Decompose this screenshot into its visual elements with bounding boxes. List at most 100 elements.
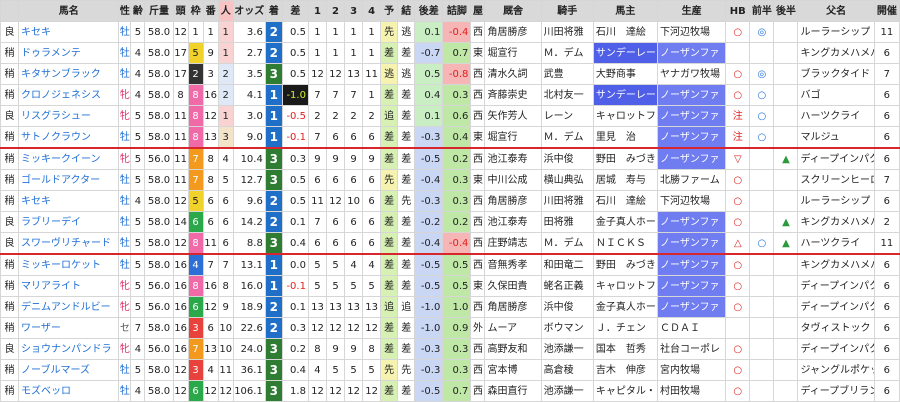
- closing-cell: 1.0: [442, 296, 472, 318]
- finish-cell: 2: [264, 42, 283, 64]
- horse-name-link[interactable]: ショウナンパンドラ: [18, 338, 120, 360]
- hb-cell: [725, 42, 751, 64]
- corner1-cell: 11: [307, 190, 328, 212]
- header-cell[interactable]: 父名: [797, 0, 875, 22]
- cond-cell: 良: [0, 338, 20, 360]
- age-cell: 5: [130, 296, 146, 318]
- corner3-cell: 5: [344, 275, 364, 297]
- header-cell[interactable]: 2: [325, 0, 346, 22]
- trainer-cell: 池江泰寿: [484, 211, 542, 233]
- horse-name-link[interactable]: ミッキーロケット: [18, 253, 120, 276]
- meeting-cell: 7: [873, 169, 900, 191]
- second-half-cell: [773, 63, 799, 85]
- header-cell[interactable]: 後差: [414, 0, 444, 22]
- weight-cell: 58.0: [144, 126, 174, 149]
- result-style-cell: 差: [397, 126, 416, 149]
- table-row: 稍ゴールドアクター牡 5 58.0 11 7 8 5 12.7 3 0.5 6 6 6 6 先差 -0.4 0.…: [0, 169, 900, 191]
- table-row: 稍キタサンブラック牡 4 58.0 17 2 3 2 3.5 3 0.5 12 12 13 11 逃逃 0.5…: [0, 63, 900, 85]
- horse-name-link[interactable]: キタサンブラック: [18, 63, 120, 85]
- header-cell[interactable]: 頭: [172, 0, 189, 22]
- header-cell[interactable]: HB: [725, 0, 751, 22]
- horse-name-link[interactable]: サトノクラウン: [18, 126, 120, 149]
- horse-name-link[interactable]: ミッキークイーン: [18, 147, 120, 170]
- second-half-cell: [773, 126, 799, 149]
- breeder-cell: ノーザンファ: [657, 126, 727, 149]
- horse-name-link[interactable]: キセキ: [18, 21, 120, 43]
- corner2-cell: 1: [325, 21, 346, 43]
- gate-cell: 6: [187, 211, 204, 233]
- horse-name-link[interactable]: リスグラシュー: [18, 105, 120, 127]
- horse-name-link[interactable]: ドゥラメンテ: [18, 42, 120, 64]
- field-size-cell: 11: [172, 105, 189, 127]
- header-cell[interactable]: 齢: [130, 0, 146, 22]
- finish-cell: 2: [264, 190, 283, 212]
- header-cell[interactable]: 屋: [470, 0, 486, 22]
- weight-cell: 56.0: [144, 338, 174, 360]
- header-cell[interactable]: 生産: [657, 0, 727, 22]
- horse-name-link[interactable]: キセキ: [18, 190, 120, 212]
- header-cell[interactable]: 厩舎: [484, 0, 542, 22]
- header-cell[interactable]: 着: [264, 0, 283, 22]
- weight-cell: 56.0: [144, 147, 174, 170]
- odds-cell: 3.0: [232, 105, 266, 127]
- cond-cell: 稍: [0, 169, 20, 191]
- header-cell[interactable]: 枠: [187, 0, 204, 22]
- result-style-cell: 逃: [397, 63, 416, 85]
- corner1-cell: 1: [307, 42, 328, 64]
- meeting-cell: 6: [873, 380, 900, 402]
- header-cell[interactable]: 前半: [749, 0, 775, 22]
- header-cell[interactable]: 1: [307, 0, 328, 22]
- header-cell[interactable]: 4: [362, 0, 382, 22]
- meeting-cell: 6: [873, 42, 900, 64]
- second-half-cell: [773, 42, 799, 64]
- gate-cell: 8: [187, 105, 204, 127]
- corner1-cell: 12: [307, 380, 328, 402]
- horse-name-link[interactable]: ゴールドアクター: [18, 169, 120, 191]
- hb-cell: 注: [725, 126, 751, 149]
- table-row: 稍ミッキークイーン牝 5 56.0 11 7 8 4 10.4 3 0.3 9 9 9 9 差差 -0.5 0.…: [0, 147, 900, 170]
- odds-cell: 10.4: [232, 147, 266, 170]
- jockey-cell: 川田将雅: [540, 190, 594, 212]
- header-cell[interactable]: 予: [380, 0, 399, 22]
- corner2-cell: 6: [325, 126, 346, 149]
- prediction-cell: 差: [380, 380, 399, 402]
- header-cell[interactable]: 結: [397, 0, 416, 22]
- header-cell[interactable]: 性: [118, 0, 132, 22]
- trainer-cell: 音無秀孝: [484, 253, 542, 276]
- meeting-cell: 6: [873, 105, 900, 127]
- horse-name-link[interactable]: スワーヴリチャード: [18, 232, 120, 255]
- closing-cell: 0.5: [442, 275, 472, 297]
- horse-name-link[interactable]: ラブリーデイ: [18, 211, 120, 233]
- field-size-cell: 11: [172, 147, 189, 170]
- popularity-cell: 1: [217, 42, 234, 64]
- margin-cell: 0.5: [281, 42, 309, 64]
- header-cell[interactable]: オッズ: [232, 0, 266, 22]
- header-cell[interactable]: 馬主: [592, 0, 659, 22]
- result-style-cell: 差: [397, 232, 416, 255]
- field-size-cell: 16: [172, 296, 189, 318]
- owner-cell: 金子真人ホー: [592, 296, 659, 318]
- finish-cell: 3: [264, 359, 283, 381]
- age-cell: 5: [130, 147, 146, 170]
- gate-cell: 1: [187, 21, 204, 43]
- horse-name-link[interactable]: クロノジェネシス: [18, 84, 120, 106]
- header-cell[interactable]: 番: [202, 0, 219, 22]
- corner1-cell: 2: [307, 105, 328, 127]
- header-cell[interactable]: 詰脚: [442, 0, 472, 22]
- odds-cell: 16.0: [232, 275, 266, 297]
- header-cell[interactable]: 馬名: [18, 0, 120, 22]
- header-cell[interactable]: 開催: [873, 0, 900, 22]
- header-cell[interactable]: 騎手: [540, 0, 594, 22]
- header-cell[interactable]: 3: [344, 0, 364, 22]
- header-cell[interactable]: 斤量: [144, 0, 174, 22]
- header-cell[interactable]: 差: [281, 0, 309, 22]
- horse-name-link[interactable]: デニムアンドルビー: [18, 296, 120, 318]
- corner4-cell: 5: [362, 359, 382, 381]
- weight-cell: 56.0: [144, 296, 174, 318]
- horse-name-link[interactable]: モズベッロ: [18, 380, 120, 402]
- horse-name-link[interactable]: マリアライト: [18, 275, 120, 297]
- horse-name-link[interactable]: ノーブルマーズ: [18, 359, 120, 381]
- header-cell[interactable]: 人: [217, 0, 234, 22]
- horse-name-link[interactable]: ワーザー: [18, 317, 120, 339]
- header-cell[interactable]: 後半: [773, 0, 799, 22]
